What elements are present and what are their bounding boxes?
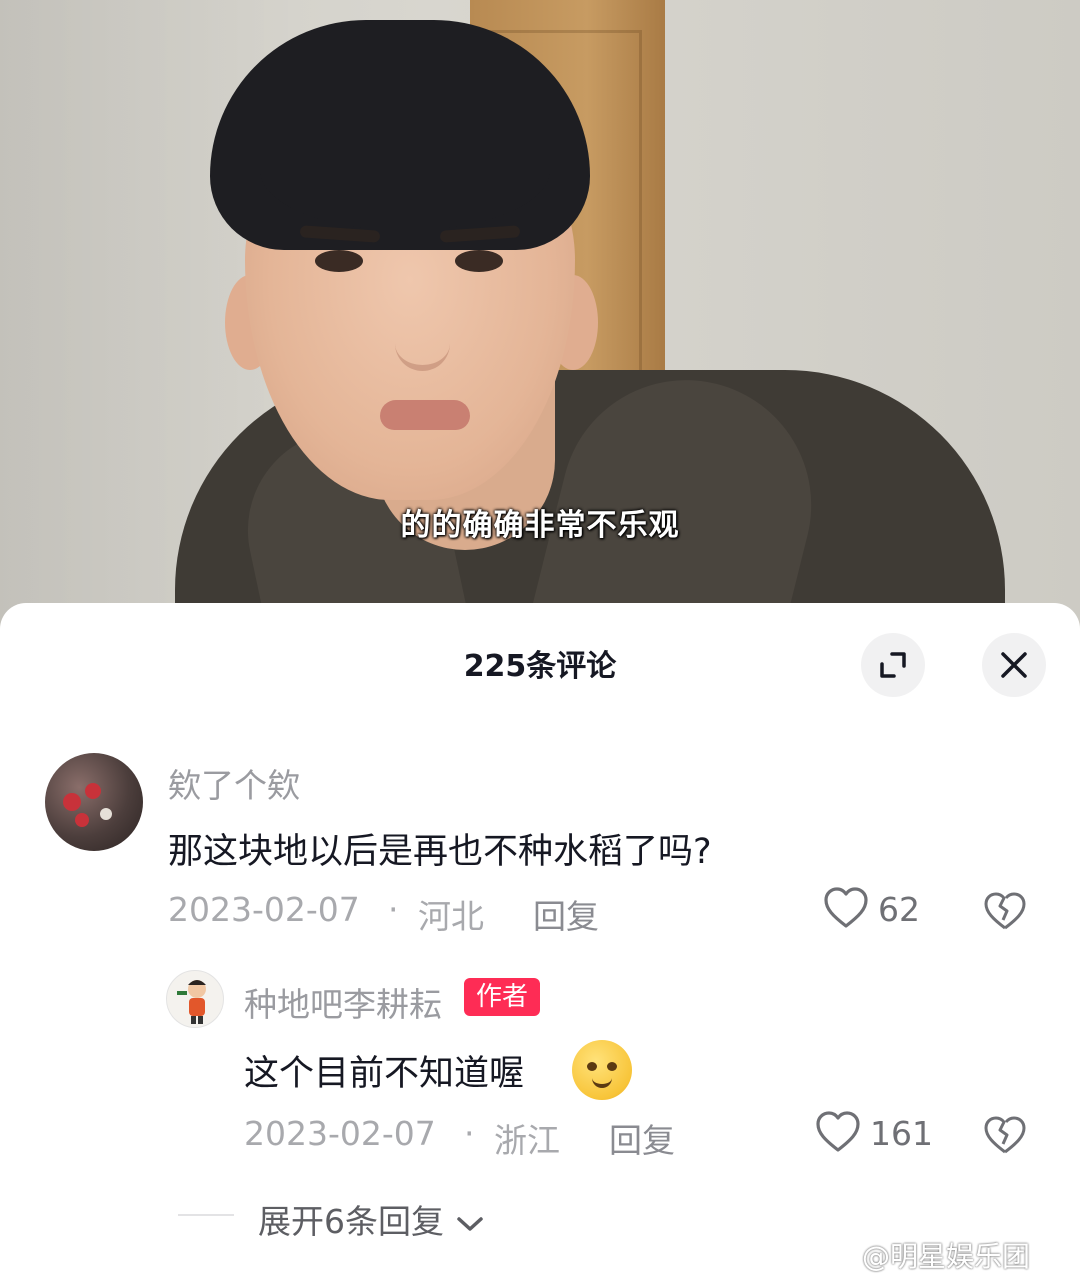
weibo-watermark: @明星娱乐团 [862,1240,1031,1273]
cartoon-avatar-icon [177,980,206,1024]
expand-panel-button[interactable] [861,633,925,697]
nose [395,295,450,371]
reply-location: 浙江 [494,1121,560,1160]
reply-button[interactable]: 回复 [533,890,599,938]
dislike-icon[interactable] [983,1114,1027,1156]
meta-separator: · [388,890,399,929]
comment-text: 那这块地以后是再也不种水稻了吗? [168,832,712,872]
reply-text: 这个目前不知道喔 [244,1054,525,1094]
close-panel-button[interactable] [982,633,1046,697]
video-player[interactable]: 的的确确非常不乐观 [0,0,1080,640]
expand-replies-button[interactable]: 展开6条回复 [258,1195,485,1243]
dislike-icon[interactable] [983,890,1027,932]
chevron-down-icon [456,1216,483,1231]
smirk-emoji-icon [572,1040,632,1100]
video-subtitle: 的的确确非常不乐观 [400,508,680,543]
reply-username[interactable]: 种地吧李耕耘 [244,978,442,1026]
close-icon [1001,652,1027,678]
comments-panel: 225条评论 欸了个欸 那这块地以后是再也不种水稻了吗? 2023-02-07 … [0,603,1080,1279]
eye-right [455,250,503,272]
heart-icon[interactable] [815,1110,861,1154]
expand-icon [880,652,906,678]
reply-date: 2023-02-07 [244,1114,436,1153]
comment-date: 2023-02-07 [168,890,360,929]
comment-location: 河北 [418,897,484,936]
comment-username[interactable]: 欸了个欸 [168,759,300,807]
like-count: 62 [878,890,920,929]
expand-replies-label: 展开6条回复 [258,1202,444,1241]
mouth [380,400,470,430]
meta-separator: · [464,1114,475,1153]
avatar[interactable] [45,753,143,851]
heart-icon[interactable] [823,886,869,930]
reply-button[interactable]: 回复 [609,1114,675,1162]
author-avatar[interactable] [166,970,224,1028]
author-badge: 作者 [464,978,541,1016]
like-count: 161 [870,1114,933,1153]
eye-left [315,250,363,272]
expand-divider [178,1214,234,1216]
